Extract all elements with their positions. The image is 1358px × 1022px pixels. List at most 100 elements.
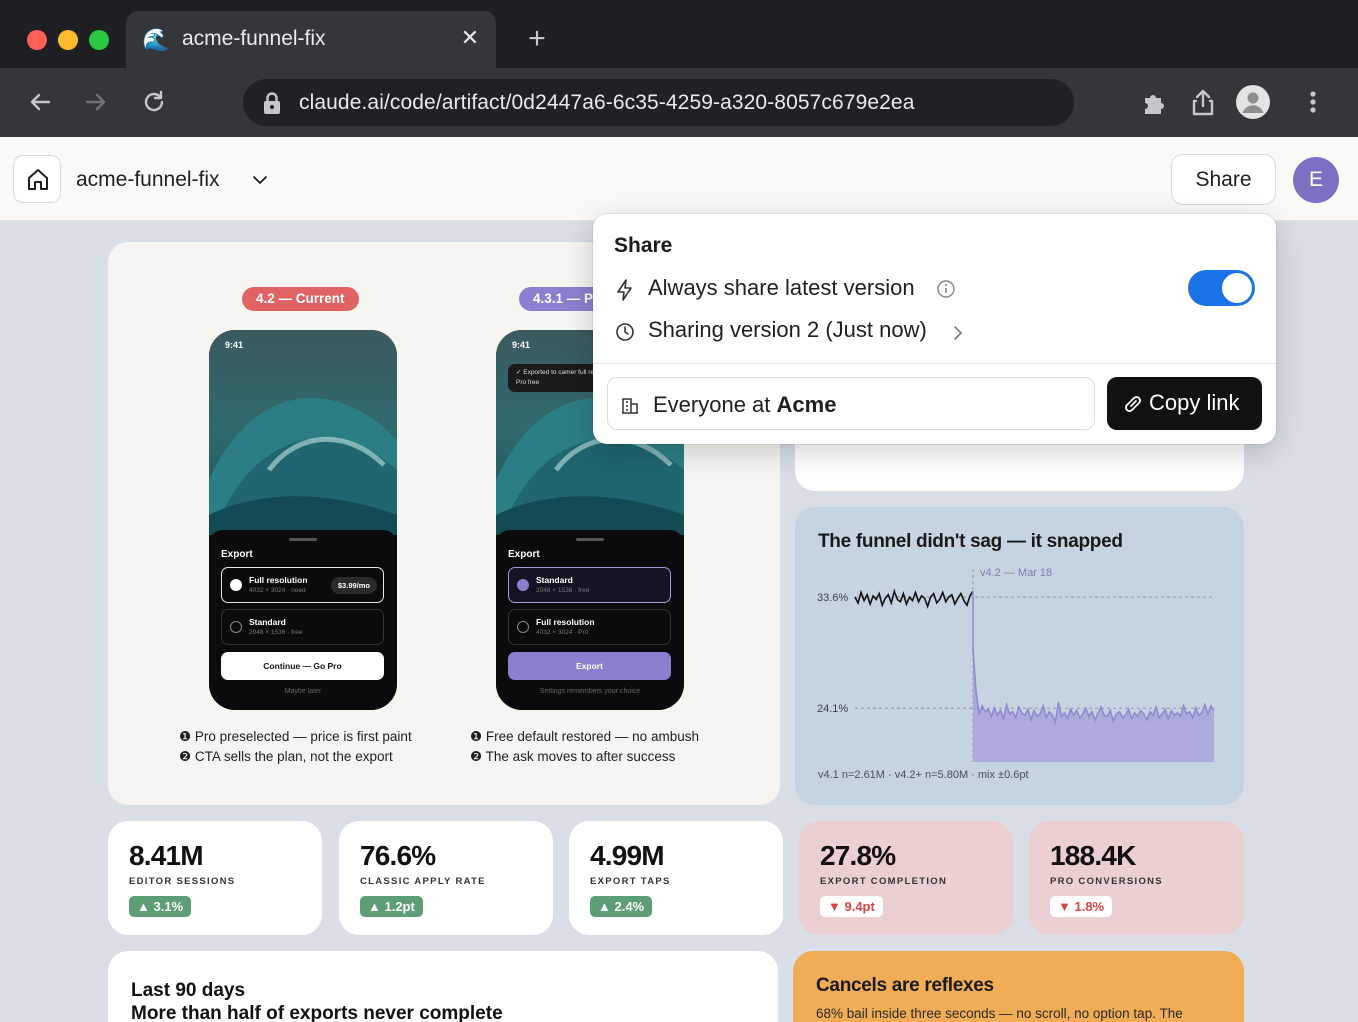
kpi-delta-badge: ▼ 1.8% (1050, 896, 1113, 917)
kpi-value: 4.99M (590, 840, 665, 871)
chart-title: The funnel didn't sag — it snapped (818, 531, 1123, 552)
back-arrow-icon[interactable] (24, 86, 56, 118)
note-item: ❶ Pro preselected — price is first paint (179, 729, 412, 744)
audience-selector[interactable]: Everyone at Acme (607, 377, 1095, 430)
info-icon[interactable] (936, 279, 956, 299)
browser-tab-bar: 🌊 acme-funnel-fix ✕ + (0, 0, 1358, 68)
option-standard[interactable]: Standard 2048 × 1536 · free (221, 609, 384, 645)
radio-selected-icon (517, 579, 529, 591)
maximize-window-button[interactable] (89, 30, 109, 50)
always-share-latest-label: Always share latest version (648, 275, 915, 300)
share-page-icon[interactable] (1187, 86, 1219, 118)
option-sub: 2048 × 1536 · free (249, 629, 303, 636)
export-button[interactable]: Export (508, 652, 671, 680)
phone-mockup-current: 9:41 Export Full resolution 4032 × 3024 … (209, 330, 397, 710)
option-full-resolution[interactable]: Full resolution 4032 × 3024 · Pro (508, 609, 671, 645)
always-share-latest-row[interactable]: Always share latest version (614, 275, 1274, 305)
annotation-label: v4.2 — Mar 18 (980, 567, 1052, 579)
note-item: ❶ Free default restored — no ambush (470, 729, 699, 744)
kpi-card-classic-apply-rate: 76.6% CLASSIC APPLY RATE ▲ 1.2pt (339, 821, 553, 935)
radio-empty-icon (230, 621, 242, 633)
sharing-version-row[interactable]: Sharing version 2 (Just now) (614, 317, 974, 347)
artifact-title[interactable]: acme-funnel-fix (76, 168, 220, 192)
option-label: Standard (536, 575, 573, 585)
ninety-day-card: Last 90 days More than half of exports n… (108, 951, 778, 1022)
sheet-title: Export (221, 549, 253, 560)
chart-footnote: v4.1 n=2.61M · v4.2+ n=5.80M · mix ±0.6p… (818, 769, 1029, 781)
option-label: Full resolution (249, 575, 308, 585)
audience-prefix: Everyone at (653, 392, 777, 417)
option-full-resolution[interactable]: Full resolution 4032 × 3024 · need $3.99… (221, 567, 384, 603)
kpi-card-editor-sessions: 8.41M EDITOR SESSIONS ▲ 3.1% (108, 821, 322, 935)
tab-title: acme-funnel-fix (182, 27, 326, 50)
always-share-latest-toggle[interactable] (1188, 270, 1255, 306)
share-button[interactable]: Share (1171, 154, 1276, 205)
new-tab-button[interactable]: + (524, 22, 550, 56)
kpi-delta-badge: ▼ 9.4pt (820, 896, 883, 917)
forward-arrow-icon[interactable] (80, 86, 112, 118)
sheet-handle (289, 538, 317, 541)
series-line-before (854, 588, 974, 609)
note-item: ❷ CTA sells the plan, not the export (179, 749, 393, 764)
profile-icon[interactable] (1236, 85, 1270, 119)
series-line-after (972, 591, 1215, 726)
copy-link-label: Copy link (1149, 390, 1240, 415)
option-sub: 4032 × 3024 · need (249, 587, 306, 594)
kpi-label: EDITOR SESSIONS (129, 876, 236, 887)
maybe-later-link[interactable]: Maybe later (209, 688, 397, 695)
clock-icon (616, 323, 634, 341)
minimize-window-button[interactable] (58, 30, 78, 50)
reload-icon[interactable] (138, 86, 170, 118)
kpi-label: EXPORT COMPLETION (820, 876, 948, 887)
kpi-label: CLASSIC APPLY RATE (360, 876, 486, 887)
radio-empty-icon (517, 621, 529, 633)
kpi-card-export-taps: 4.99M EXPORT TAPS ▲ 2.4% (569, 821, 783, 935)
home-button[interactable] (13, 155, 61, 203)
kpi-label: EXPORT TAPS (590, 876, 671, 887)
kpi-value: 27.8% (820, 840, 896, 871)
price-badge: $3.99/mo (330, 577, 377, 594)
address-bar[interactable]: claude.ai/code/artifact/0d2447a6-6c35-42… (243, 79, 1074, 126)
y-tick-label: 33.6% (817, 592, 848, 604)
chevron-down-icon[interactable] (250, 170, 270, 190)
option-label: Standard (249, 617, 286, 627)
audience-label: Everyone at Acme (653, 392, 836, 418)
option-standard[interactable]: Standard 2048 × 1536 · free (508, 567, 671, 603)
kpi-card-export-completion: 27.8% EXPORT COMPLETION ▼ 9.4pt (799, 821, 1013, 935)
kpi-delta-value: 1.2pt (384, 899, 415, 914)
kpi-delta-value: 2.4% (614, 899, 645, 914)
status-bar-time: 9:41 (225, 340, 244, 350)
kpi-delta-value: 3.1% (153, 899, 184, 914)
menu-dots-icon[interactable] (1297, 86, 1329, 118)
kpi-delta-badge: ▲ 2.4% (590, 896, 653, 917)
export-sheet: Export Standard 2048 × 1536 · free Full … (496, 530, 684, 710)
copy-link-button[interactable]: Copy link (1107, 377, 1262, 430)
kpi-card-pro-conversions: 188.4K PRO CONVERSIONS ▼ 1.8% (1029, 821, 1244, 935)
wave-favicon-icon: 🌊 (142, 27, 170, 52)
kpi-delta-value: 9.4pt (844, 899, 875, 914)
note-item: ❷ The ask moves to after success (470, 749, 676, 764)
close-window-button[interactable] (27, 30, 47, 50)
card-body: 68% bail inside three seconds — no scrol… (816, 1006, 1183, 1021)
link-icon (1125, 396, 1141, 412)
sheet-title: Export (508, 549, 540, 560)
extensions-puzzle-icon[interactable] (1139, 86, 1171, 118)
kpi-delta-badge: ▲ 3.1% (129, 896, 192, 917)
option-label: Full resolution (536, 617, 595, 627)
kpi-delta-value: 1.8% (1074, 899, 1105, 914)
browser-tab[interactable]: 🌊 acme-funnel-fix ✕ (126, 11, 496, 68)
card-heading: Last 90 days (131, 980, 246, 1001)
notes-current: ❶ Pro preselected — price is first paint… (179, 727, 412, 767)
export-sheet: Export Full resolution 4032 × 3024 · nee… (209, 530, 397, 710)
card-heading: Cancels are reflexes (816, 975, 994, 996)
close-tab-icon[interactable]: ✕ (458, 25, 482, 51)
settings-remembers-text: Settings remembers your choice (539, 688, 641, 695)
kpi-label: PRO CONVERSIONS (1050, 876, 1163, 887)
sheet-handle (576, 538, 604, 541)
continue-go-pro-button[interactable]: Continue — Go Pro (221, 652, 384, 680)
user-avatar[interactable]: E (1293, 157, 1339, 203)
url-text: claude.ai/code/artifact/0d2447a6-6c35-42… (299, 91, 915, 114)
lightning-icon (617, 279, 632, 301)
kpi-value: 76.6% (360, 840, 436, 871)
notes-proposed: ❶ Free default restored — no ambush ❷ Th… (470, 727, 699, 767)
